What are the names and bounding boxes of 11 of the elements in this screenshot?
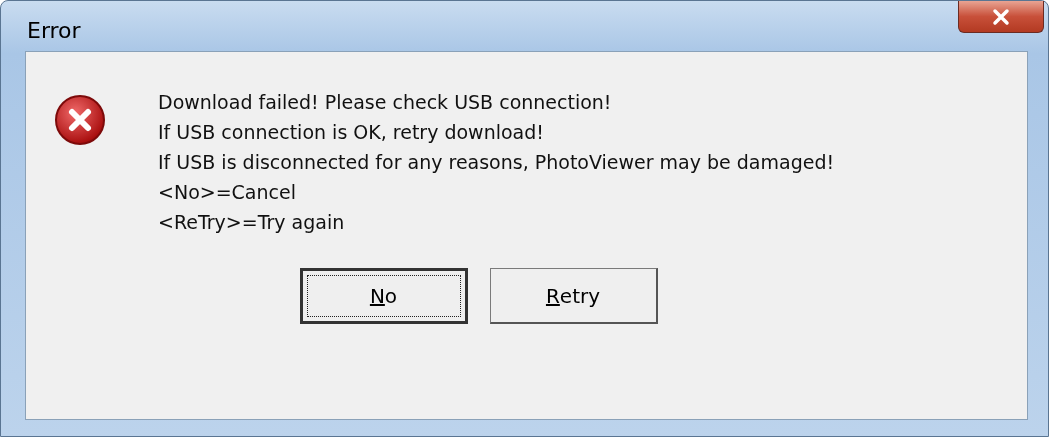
close-icon [990,7,1012,26]
message-text: If USB connection is OK, retry download! [158,120,545,144]
dialog-button[interactable]: No [299,268,468,324]
error-icon [54,94,106,146]
message-text: <No>=Cancel [158,180,297,204]
message-text: Download failed! Please check USB connection! [158,90,613,114]
dialog-button[interactable]: Retry [489,268,658,324]
message-text: If USB is disconnected for any reasons, PhotoViewer may be damaged! [158,150,835,174]
message-text: <ReTry>=Try again [158,210,346,234]
close-button[interactable] [958,1,1044,33]
window-title: Error [27,17,81,43]
